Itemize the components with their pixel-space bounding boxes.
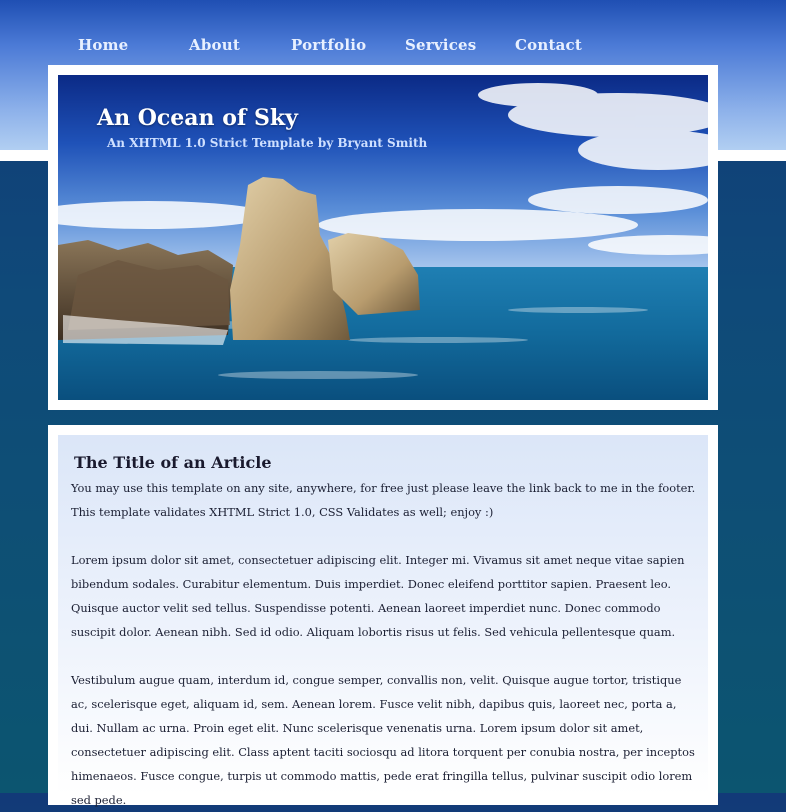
nav-item-services[interactable]: Services: [405, 36, 476, 54]
article-paragraph-intro: You may use this template on any site, a…: [71, 481, 696, 519]
article-paragraph: Vestibulum augue quam, interdum id, cong…: [71, 673, 695, 807]
nav-item-contact[interactable]: Contact: [515, 36, 582, 54]
article-title: The Title of an Article: [74, 453, 272, 472]
article-paragraph: Lorem ipsum dolor sit amet, consectetuer…: [71, 553, 685, 639]
site-subtitle: An XHTML 1.0 Strict Template by Bryant S…: [107, 136, 428, 150]
main-navigation: Home About Portfolio Services Contact: [0, 36, 786, 58]
page: { "nav": { "items": [ {"label": "Home"},…: [0, 0, 786, 807]
nav-item-about[interactable]: About: [189, 36, 240, 54]
site-title: An Ocean of Sky: [97, 105, 298, 131]
nav-item-portfolio[interactable]: Portfolio: [291, 36, 366, 54]
nav-item-home[interactable]: Home: [78, 36, 128, 54]
